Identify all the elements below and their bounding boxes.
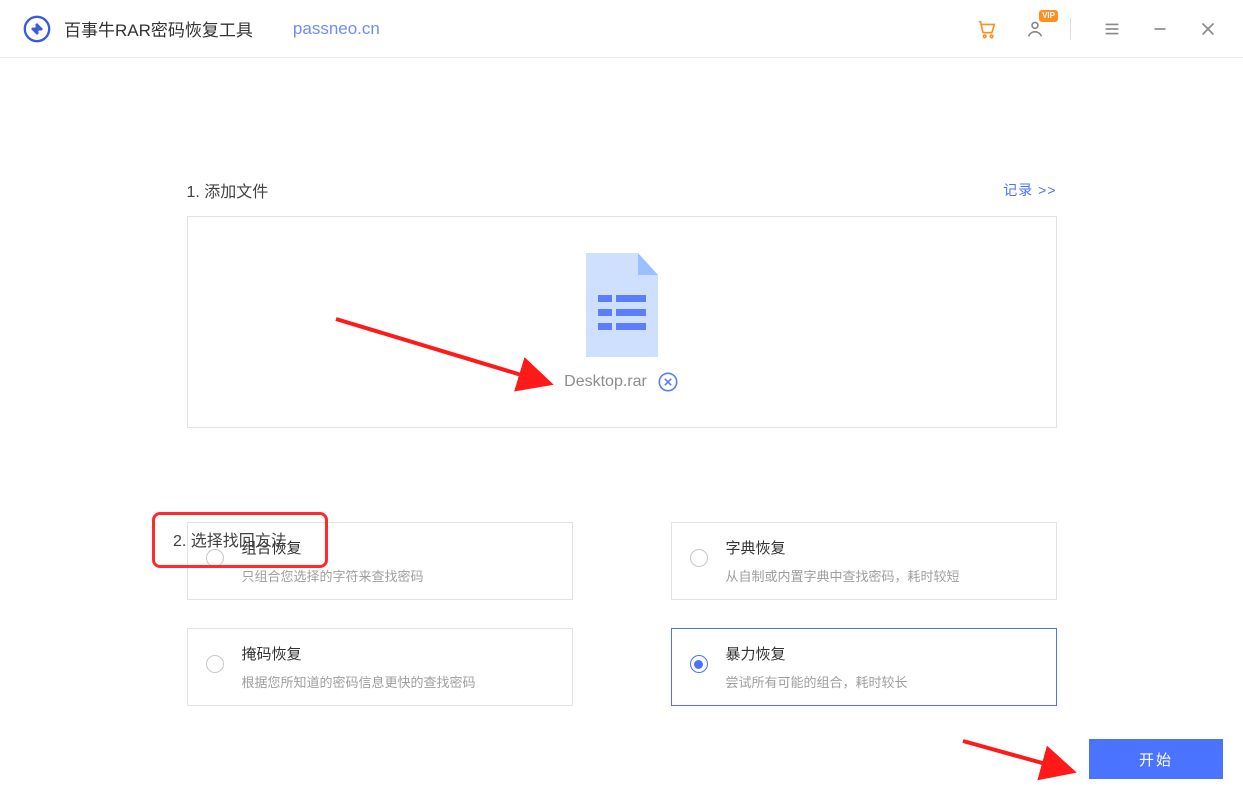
method-desc: 只组合您选择的字符来查找密码 xyxy=(242,566,424,585)
method-bruteforce[interactable]: 暴力恢复 尝试所有可能的组合，耗时较长 xyxy=(671,628,1057,706)
remove-file-button[interactable] xyxy=(657,371,679,393)
radio-icon xyxy=(206,655,224,673)
title-bar: 百事牛RAR密码恢复工具 passneo.cn VIP xyxy=(0,0,1243,58)
vip-badge: VIP xyxy=(1039,10,1058,22)
method-dictionary[interactable]: 字典恢复 从自制或内置字典中查找密码，耗时较短 xyxy=(671,522,1057,600)
annotation-arrow-2 xyxy=(959,735,1079,781)
cart-button[interactable] xyxy=(970,12,1004,46)
section2-highlight-box: 2. 选择找回方法 xyxy=(152,512,328,568)
selected-file-name: Desktop.rar xyxy=(564,373,647,391)
radio-icon xyxy=(690,549,708,567)
section1-title: 1. 添加文件 xyxy=(187,178,269,202)
section2-title: 2. 选择找回方法 xyxy=(173,527,287,551)
section1-header: 1. 添加文件 记录 >> xyxy=(187,178,1057,202)
method-title: 掩码恢复 xyxy=(242,643,476,664)
minimize-button[interactable] xyxy=(1143,12,1177,46)
file-drop-area[interactable]: Desktop.rar xyxy=(187,216,1057,428)
method-desc: 根据您所知道的密码信息更快的查找密码 xyxy=(242,672,476,691)
method-mask[interactable]: 掩码恢复 根据您所知道的密码信息更快的查找密码 xyxy=(187,628,573,706)
app-logo-icon xyxy=(22,14,52,44)
method-desc: 尝试所有可能的组合，耗时较长 xyxy=(726,672,908,691)
method-desc: 从自制或内置字典中查找密码，耗时较短 xyxy=(726,566,960,585)
close-button[interactable] xyxy=(1191,12,1225,46)
menu-button[interactable] xyxy=(1095,12,1129,46)
method-title: 字典恢复 xyxy=(726,537,960,558)
history-link[interactable]: 记录 >> xyxy=(1003,180,1056,200)
method-title: 暴力恢复 xyxy=(726,643,908,664)
radio-icon xyxy=(690,655,708,673)
start-button[interactable]: 开始 xyxy=(1089,739,1223,779)
separator xyxy=(1070,18,1071,40)
rar-file-icon xyxy=(580,251,664,361)
account-button[interactable]: VIP xyxy=(1018,12,1052,46)
app-title: 百事牛RAR密码恢复工具 xyxy=(64,16,253,41)
website-label: passneo.cn xyxy=(293,19,380,39)
